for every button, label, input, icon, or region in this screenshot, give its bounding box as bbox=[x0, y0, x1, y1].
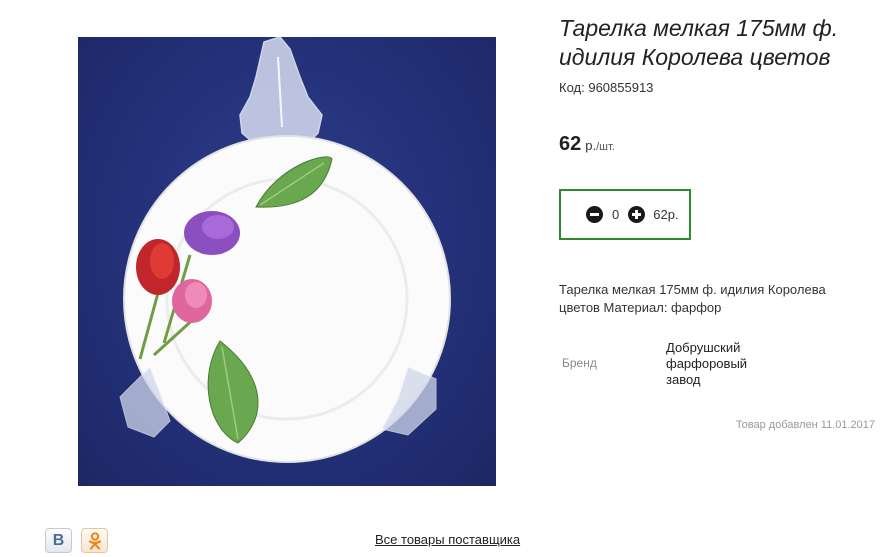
ok-glyph bbox=[88, 531, 101, 550]
plate-illustration bbox=[119, 37, 451, 463]
cart-total: 62р. bbox=[653, 207, 679, 222]
product-image[interactable] bbox=[78, 37, 496, 486]
brand-label: Бренд bbox=[562, 356, 597, 370]
product-title: Тарелка мелкая 175мм ф. идилия Королева … bbox=[559, 15, 839, 70]
quantity-stepper: 0 62р. bbox=[559, 189, 691, 240]
product-code: Код: 960855913 bbox=[559, 80, 653, 95]
odnoklassniki-icon[interactable] bbox=[81, 528, 108, 553]
product-description: Тарелка мелкая 175мм ф. идилия Королева … bbox=[559, 282, 826, 315]
vk-letter: В bbox=[52, 531, 65, 549]
price-per-unit: /шт. bbox=[596, 141, 615, 153]
price-currency: р. bbox=[585, 138, 597, 153]
date-added: Товар добавлен 11.01.2017 bbox=[735, 419, 875, 431]
price-value: 62 bbox=[559, 133, 582, 155]
price: 62 р./шт. bbox=[559, 133, 615, 156]
minus-circle-icon[interactable] bbox=[586, 206, 603, 223]
vkontakte-icon[interactable]: В bbox=[45, 528, 72, 553]
product-code-label: Код: bbox=[559, 80, 585, 95]
brand-value: Добрушский фарфоровый завод bbox=[666, 340, 748, 387]
product-code-value: 960855913 bbox=[588, 80, 654, 95]
quantity-value: 0 bbox=[612, 207, 620, 222]
plus-circle-icon[interactable] bbox=[628, 206, 646, 223]
supplier-products-link[interactable]: Все товары поставщика bbox=[375, 532, 520, 547]
